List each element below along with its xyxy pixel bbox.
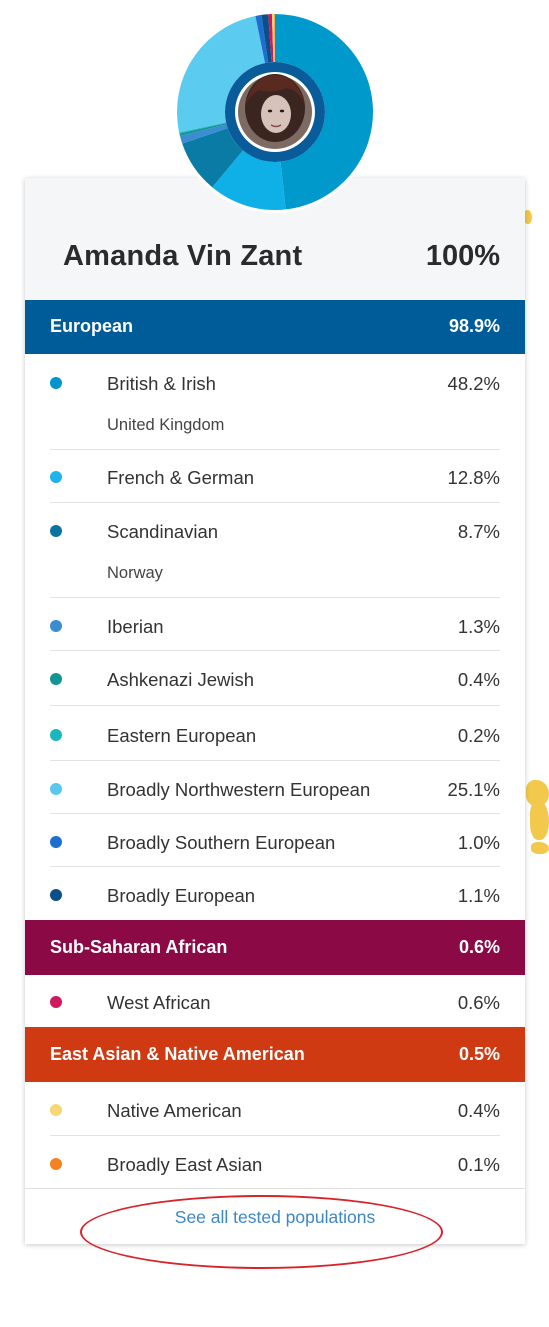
population-name: Broadly East Asian — [107, 1154, 263, 1175]
person-name: Amanda Vin Zant — [63, 240, 303, 272]
color-dot — [50, 889, 62, 901]
color-dot — [50, 729, 62, 741]
population-percent: 12.8% — [447, 467, 500, 488]
population-percent: 8.7% — [457, 521, 500, 542]
population-percent: 48.2% — [447, 373, 500, 394]
ancestry-composition-card: Amanda Vin Zant 100% European 98.9% Brit… — [25, 178, 525, 1244]
population-name: West African — [107, 992, 211, 1013]
population-percent: 1.1% — [457, 885, 500, 906]
color-dot — [50, 673, 62, 685]
color-dot — [50, 620, 62, 632]
ancestry-row-broadly-northwestern-european[interactable]: Broadly Northwestern European 25.1% — [50, 761, 500, 814]
population-percent: 25.1% — [447, 779, 500, 800]
ancestry-row-broadly-east-asian[interactable]: Broadly East Asian 0.1% — [50, 1136, 500, 1188]
group-percent: 0.6% — [458, 937, 500, 957]
color-dot — [50, 1158, 62, 1170]
population-percent: 1.0% — [457, 832, 500, 853]
ancestry-row-iberian[interactable]: Iberian 1.3% — [50, 598, 500, 651]
population-percent: 1.3% — [457, 616, 500, 637]
ancestry-row-west-african[interactable]: West African 0.6% — [50, 975, 500, 1027]
group-name: East Asian & Native American — [50, 1044, 305, 1064]
population-name: Broadly Southern European — [107, 832, 336, 853]
color-dot — [50, 525, 62, 537]
group-name: Sub-Saharan African — [50, 937, 228, 957]
ancestry-row-broadly-southern-european[interactable]: Broadly Southern European 1.0% — [50, 814, 500, 867]
ancestry-row-french-german[interactable]: French & German 12.8% — [50, 450, 500, 503]
population-percent: 0.6% — [457, 992, 500, 1013]
population-name: Eastern European — [107, 725, 257, 746]
population-region: United Kingdom — [107, 416, 225, 434]
ancestry-row-scandinavian[interactable]: Scandinavian 8.7% Norway — [50, 503, 500, 598]
population-name: British & Irish — [107, 373, 216, 394]
map-fragment — [531, 842, 549, 854]
population-name: Scandinavian — [107, 521, 219, 542]
map-fragment — [530, 800, 549, 840]
population-name: Broadly Northwestern European — [107, 779, 371, 800]
population-name: Iberian — [107, 616, 164, 637]
population-percent: 0.2% — [457, 725, 500, 746]
ancestry-row-british-irish[interactable]: British & Irish 48.2% United Kingdom — [50, 354, 500, 450]
population-percent: 0.4% — [457, 669, 500, 690]
ancestry-row-ashkenazi-jewish[interactable]: Ashkenazi Jewish 0.4% — [50, 651, 500, 706]
ancestry-row-native-american[interactable]: Native American 0.4% — [50, 1082, 500, 1136]
group-header-east-asian-native-american[interactable]: East Asian & Native American 0.5% — [25, 1027, 525, 1082]
group-header-sub-saharan-african[interactable]: Sub-Saharan African 0.6% — [25, 920, 525, 975]
group-percent: 98.9% — [448, 316, 500, 336]
color-dot — [50, 1104, 62, 1116]
ancestry-row-eastern-european[interactable]: Eastern European 0.2% — [50, 706, 500, 761]
population-name: Native American — [107, 1100, 242, 1121]
population-name: Broadly European — [107, 885, 256, 906]
color-dot — [50, 377, 62, 389]
group-name: European — [50, 316, 134, 336]
population-name: French & German — [107, 467, 255, 488]
population-name: Ashkenazi Jewish — [107, 669, 255, 690]
map-fragment — [524, 210, 532, 224]
color-dot — [50, 783, 62, 795]
population-percent: 0.4% — [457, 1100, 500, 1121]
annotation-circle — [80, 1195, 443, 1269]
color-dot — [50, 836, 62, 848]
population-region: Norway — [107, 564, 163, 582]
ancestry-row-broadly-european[interactable]: Broadly European 1.1% — [50, 867, 500, 920]
ancestry-donut-chart — [174, 11, 376, 213]
color-dot — [50, 471, 62, 483]
color-dot — [50, 996, 62, 1008]
group-header-european[interactable]: European 98.9% — [25, 300, 525, 354]
group-percent: 0.5% — [458, 1044, 500, 1064]
population-percent: 0.1% — [457, 1154, 500, 1175]
total-percent: 100% — [425, 240, 500, 272]
